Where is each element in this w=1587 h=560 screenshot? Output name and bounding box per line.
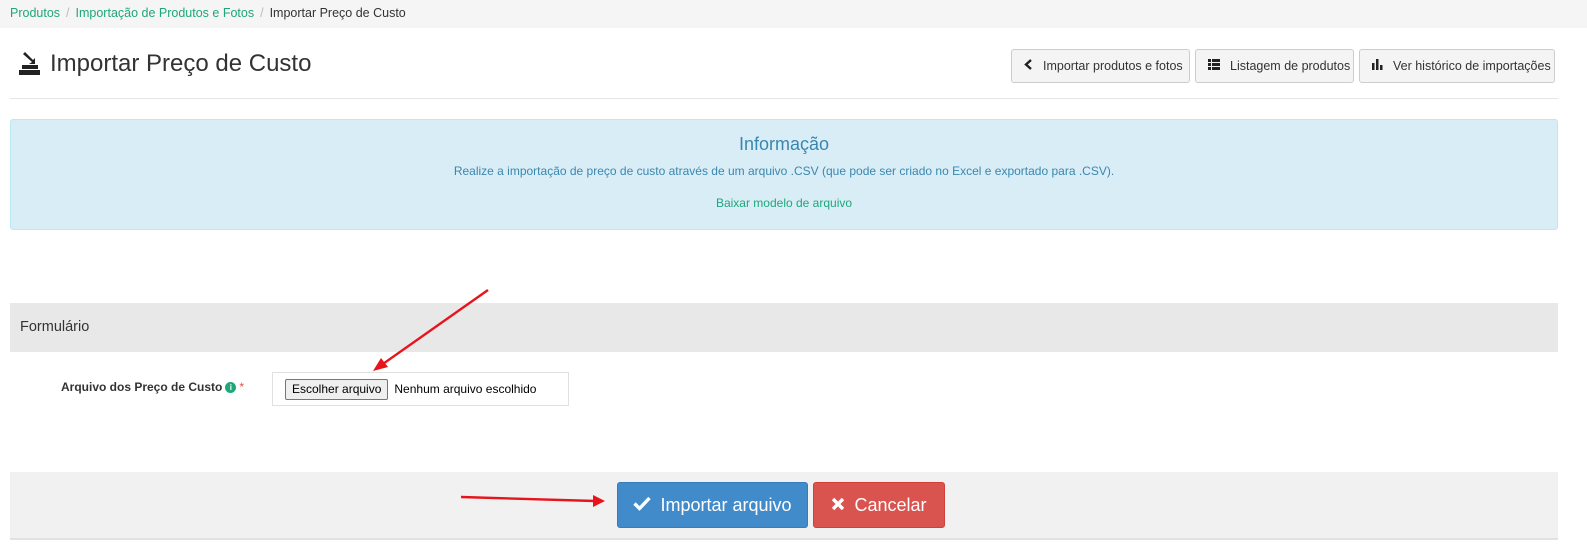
file-field-label: Arquivo dos Preço de Custo i * [61,380,244,394]
file-status: Nenhum arquivo escolhido [394,382,537,396]
info-text: Realize a importação de preço de custo a… [453,164,1115,178]
form-heading: Formulário [10,303,1558,352]
chevron-left-icon [1024,59,1043,73]
button-label: Listagem de produtos [1230,59,1351,73]
cancel-button[interactable]: Cancelar [813,482,945,528]
required-marker: * [239,380,245,394]
choose-file-button[interactable]: Escolher arquivo [285,378,389,400]
breadcrumb-separator: / [66,6,70,20]
info-icon[interactable]: i [225,381,237,393]
product-list-button[interactable]: Listagem de produtos [1195,49,1354,83]
breadcrumb-importacao[interactable]: Importação de Produtos e Fotos [76,6,255,20]
button-label: Importar arquivo [660,494,792,515]
info-title: Informação [738,134,830,154]
import-products-photos-button[interactable]: Importar produtos e fotos [1011,49,1190,83]
check-icon [633,495,660,516]
form-actions: Importar arquivo Cancelar [10,472,1558,540]
button-label: Importar produtos e fotos [1043,59,1183,73]
import-icon [18,52,42,76]
breadcrumb: Produtos / Importação de Produtos e Fotos /… [0,0,1587,28]
import-history-button[interactable]: Ver histórico de importações [1359,49,1555,83]
file-input[interactable]: Escolher arquivo Nenhum arquivo escolhid… [272,372,569,406]
download-template-link[interactable]: Baixar modelo de arquivo [716,196,852,210]
button-label: Ver histórico de importações [1393,59,1551,73]
import-file-button[interactable]: Importar arquivo [617,482,808,528]
file-field-label-text: Arquivo dos Preço de Custo [61,380,223,394]
info-alert: Informação Realize a importação de preço… [10,119,1558,230]
page-title: Importar Preço de Custo [50,50,312,77]
button-label: Cancelar [854,494,927,515]
breadcrumb-current: Importar Preço de Custo [269,6,406,20]
close-icon [831,495,854,516]
breadcrumb-produtos[interactable]: Produtos [10,6,60,20]
page-header: Importar Preço de Custo Importar produto… [10,30,1558,99]
breadcrumb-separator: / [260,6,264,20]
bar-chart-icon [1372,59,1393,73]
list-icon [1208,59,1230,73]
